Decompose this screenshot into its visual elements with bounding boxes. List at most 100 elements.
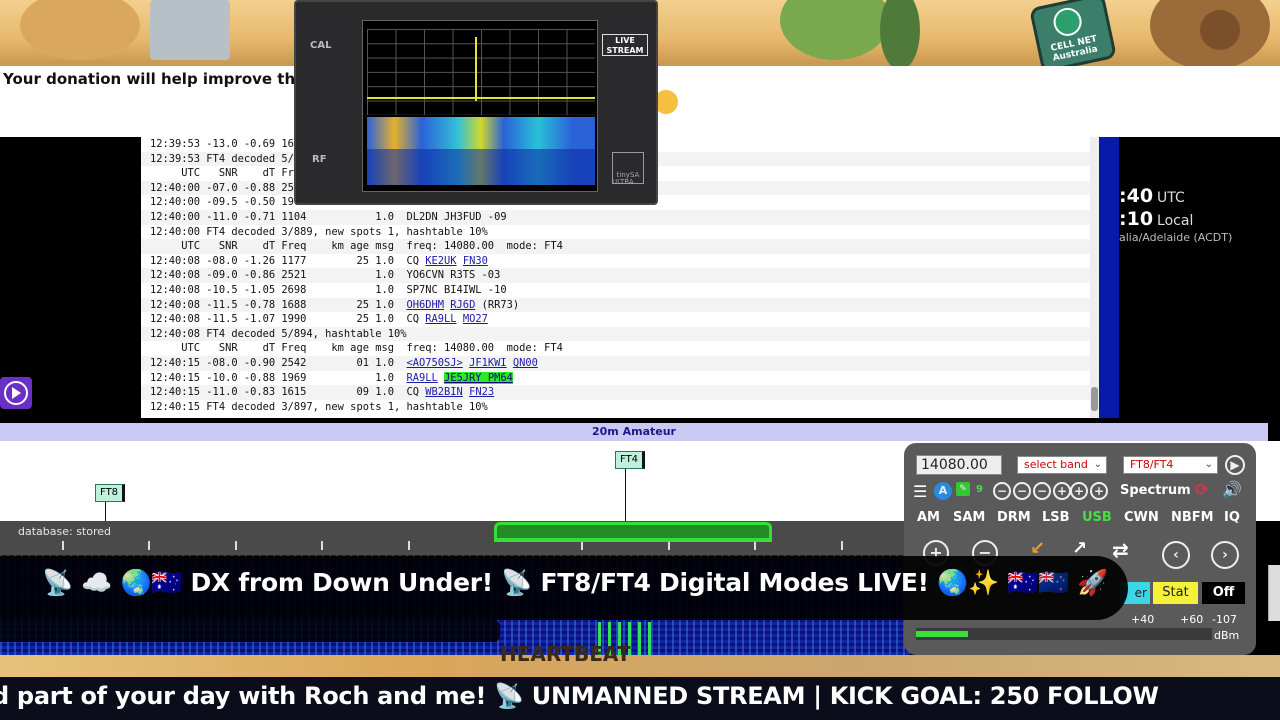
scale-tick [148, 541, 150, 550]
scale-tick [668, 541, 670, 550]
log-text: 12:40:08 FT4 decoded 5/894, hashtable 10… [150, 327, 407, 340]
clock-accent-bar [1099, 137, 1119, 418]
log-line: 12:40:15 -08.0 -0.90 2542 01 1.0 <AO750S… [141, 355, 1099, 371]
log-text: 12:40:15 -11.0 -0.83 1615 09 1.0 CQ [150, 386, 426, 399]
swap-icon[interactable]: ⇄ [1112, 538, 1129, 562]
smeter-plus40: +40 [1131, 613, 1155, 626]
scale-tick [754, 541, 756, 550]
callsign-link[interactable]: JE5JRY PM64 [444, 371, 513, 384]
log-line: 12:40:08 -11.5 -0.78 1688 25 1.0 OH6DHM … [141, 297, 1099, 313]
phone-ad-text: CELL NET Australia [1049, 34, 1099, 64]
heartbeat-sign: HEARTBEAT [500, 642, 631, 666]
frequency-input[interactable]: 14080.00 [916, 455, 1002, 475]
mode-lsb-button[interactable]: LSB [1042, 510, 1070, 525]
log-line: 12:40:08 -09.0 -0.86 2521 1.0 YO6CVN R3T… [141, 268, 1099, 283]
banner-lower-bar [0, 620, 500, 642]
log-line: 12:40:15 -10.0 -0.88 1969 1.0 RA9LL JE5J… [141, 370, 1099, 386]
zoom-in-icon[interactable]: + [1070, 482, 1088, 500]
off-button[interactable]: Off [1202, 582, 1245, 604]
mode-am-button[interactable]: AM [917, 510, 940, 525]
log-line: 12:40:15 FT4 decoded 3/897, new spots 1,… [141, 399, 1099, 415]
local-label: Local [1157, 213, 1194, 229]
play-circle-icon[interactable]: ▶ [1225, 455, 1245, 475]
local-time: :10 [1119, 208, 1154, 230]
mode-usb-button[interactable]: USB [1082, 510, 1112, 525]
passband-base [494, 538, 772, 542]
callsign-link[interactable]: MO27 [463, 313, 488, 325]
log-text: 12:40:15 -10.0 -0.88 1969 1.0 [150, 371, 407, 384]
smeter-db: -107 [1212, 613, 1237, 626]
stat-button[interactable]: Stat [1153, 582, 1198, 604]
mode-cwn-button[interactable]: CWN [1124, 510, 1159, 525]
cal-label: CAL [310, 40, 332, 51]
scale-tick [841, 541, 843, 550]
callsign-link[interactable]: QN00 [513, 357, 538, 369]
zoom-out-max-icon[interactable]: − [993, 482, 1011, 500]
a-badge[interactable]: A [934, 482, 952, 500]
log-text: 12:40:08 -09.0 -0.86 2521 1.0 YO6CVN R3T… [150, 269, 501, 282]
callsign-link[interactable]: RA9LL [425, 313, 456, 325]
callsign-link[interactable]: KE2UK [425, 255, 456, 267]
log-text: 12:40:15 FT4 decoded 3/897, new spots 1,… [150, 400, 488, 413]
mode-sam-button[interactable]: SAM [953, 510, 985, 525]
callsign-link[interactable]: RA9LL [406, 372, 437, 384]
zoom-out-step-icon[interactable]: − [1033, 482, 1051, 500]
tinysa-screen [362, 20, 598, 192]
log-line: 12:40:00 FT4 decoded 3/889, new spots 1,… [141, 224, 1099, 240]
callsign-link[interactable]: JF1KWI [469, 357, 507, 369]
left-panel [0, 137, 141, 418]
callsign-link[interactable]: FN23 [469, 386, 494, 398]
callsign-link[interactable]: OH6DHM [406, 299, 444, 311]
timezone-label: alia/Adelaide (ACDT) [1119, 231, 1233, 244]
ft8-marker[interactable]: FT8 [95, 484, 126, 502]
log-line: 12:40:08 -10.5 -1.05 2698 1.0 SP7NC BI4I… [141, 282, 1099, 298]
log-line: 12:40:00 -11.0 -0.71 1104 1.0 DL2DN JH3F… [141, 209, 1099, 225]
callsign-link[interactable]: <AO750SJ> [406, 357, 462, 369]
chevron-down-icon: ⌄ [1204, 459, 1213, 470]
menu-icon[interactable]: ☰ [913, 482, 927, 501]
count-badge: 9 [976, 484, 983, 495]
smeter-unit: dBm [1214, 629, 1240, 642]
play-button[interactable] [0, 377, 32, 409]
callsign-link[interactable]: RJ6D [450, 299, 475, 311]
speaker-icon[interactable]: 🔊 [1222, 480, 1242, 499]
smeter-plus60: +60 [1180, 613, 1204, 626]
clock-panel [1099, 137, 1280, 418]
scale-tick [321, 541, 323, 550]
log-scrollbar[interactable] [1090, 137, 1099, 418]
frequency-scale[interactable] [0, 521, 910, 555]
log-line: 12:40:15 -11.0 -0.83 1615 09 1.0 CQ WB2B… [141, 385, 1099, 400]
live-stream-badge: LIVE STREAM [602, 34, 648, 56]
log-text: (RR73) [475, 298, 520, 311]
log-text: 12:40:00 FT4 decoded 3/889, new spots 1,… [150, 225, 488, 238]
passband-indicator[interactable] [494, 522, 772, 538]
callsign-link[interactable]: WB2BIN [425, 386, 463, 398]
s-meter [916, 628, 1212, 640]
step-left-icon[interactable]: ‹ [1162, 541, 1190, 569]
ft8-marker-line [105, 502, 106, 522]
ft4-marker[interactable]: FT4 [615, 451, 646, 469]
s-meter-fill [916, 631, 968, 637]
mode-preset-label: FT8/FT4 [1130, 458, 1174, 471]
log-text: 12:40:08 -10.5 -1.05 2698 1.0 SP7NC BI4I… [150, 283, 507, 296]
callsign-link[interactable]: FN30 [463, 255, 488, 267]
tinysa-camera-overlay: CAL RF LIVE STREAM tinySA ULTRA [294, 0, 658, 205]
mode-preset-select[interactable]: FT8/FT4 ⌄ [1123, 456, 1218, 474]
mode-nbfm-button[interactable]: NBFM [1171, 510, 1214, 525]
edit-icon[interactable]: ✎ [956, 482, 970, 496]
mode-iq-button[interactable]: IQ [1224, 510, 1240, 525]
zoom-in-max-icon[interactable]: + [1090, 482, 1108, 500]
log-line: 12:40:08 FT4 decoded 5/894, hashtable 10… [141, 326, 1099, 342]
band-select[interactable]: select band ⌄ [1017, 456, 1107, 474]
refresh-icon[interactable]: ⟳ [1195, 480, 1208, 499]
page-scrollbar[interactable] [1268, 565, 1280, 621]
zoom-out-icon[interactable]: − [1013, 482, 1031, 500]
band-bar: 20m Amateur [0, 423, 1268, 441]
dx-banner-text: 📡 ☁️ 🌏🇦🇺 DX from Down Under! 📡 FT8/FT4 D… [42, 568, 1109, 597]
zoom-in-step-icon[interactable]: + [1053, 482, 1071, 500]
bottom-cartoon-strip [0, 655, 1280, 677]
scale-tick [581, 541, 583, 550]
step-right-icon[interactable]: › [1211, 541, 1239, 569]
spectrum-button[interactable]: Spectrum [1120, 483, 1191, 498]
mode-drm-button[interactable]: DRM [997, 510, 1031, 525]
